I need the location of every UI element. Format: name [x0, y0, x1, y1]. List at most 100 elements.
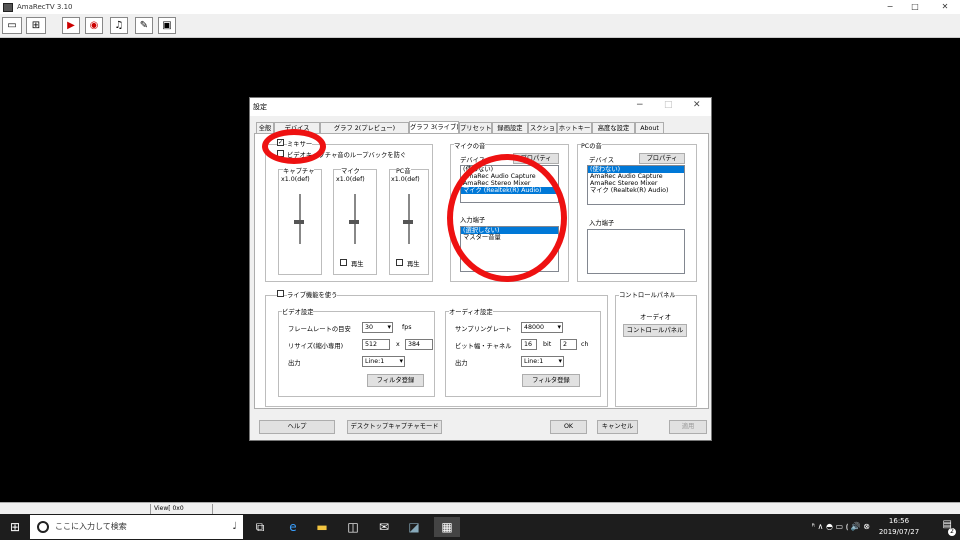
audio-settings-label: オーディオ設定 [449, 307, 493, 316]
pc-input-list[interactable] [587, 229, 685, 274]
maximize-button[interactable]: □ [900, 0, 930, 14]
pc-play-checkbox[interactable] [396, 259, 403, 266]
statusbar: View[ 0x0 0.00fps] [0, 502, 960, 522]
pc-label: PC音 [396, 166, 411, 175]
pc-device-list[interactable]: (使わない) AmaRec Audio Capture AmaRec Stere… [587, 165, 685, 205]
close-button[interactable]: ✕ [930, 0, 960, 14]
pc-device-item[interactable]: AmaRec Audio Capture [588, 173, 684, 180]
tab-recording[interactable]: 録画設定 [492, 122, 528, 133]
live-checkbox[interactable] [277, 290, 284, 297]
video-output-select[interactable]: Line:1 [362, 356, 405, 367]
tab-screenshot[interactable]: スクショ [528, 122, 557, 133]
play-icon[interactable]: ▶ [62, 17, 80, 34]
annotation-circle-mixer [262, 129, 326, 164]
control-panel-label: コントロールパネル [619, 290, 676, 299]
mail-icon[interactable]: ✉ [374, 517, 394, 537]
pc-device-item[interactable]: (使わない) [588, 166, 684, 173]
help-button[interactable]: ヘルプ [259, 420, 335, 434]
dialog-minimize-button[interactable]: − [636, 100, 644, 110]
explorer-icon[interactable]: ▬ [312, 517, 332, 537]
app-icon [3, 2, 13, 12]
music-icon[interactable]: ♫ [110, 17, 128, 34]
control-panel-audio-label: オーディオ [640, 314, 672, 321]
resize-height-input[interactable]: 384 [405, 339, 433, 350]
ok-button[interactable]: OK [550, 420, 587, 434]
mic-play-checkbox[interactable] [340, 259, 347, 266]
taskbar-search[interactable]: ここに入力して検索 ♩ [30, 515, 243, 539]
dialog-close-button[interactable]: ✕ [693, 100, 701, 110]
pc-property-button[interactable]: プロパティ [639, 153, 685, 164]
tab-graph2[interactable]: グラフ 2(プレビュー) [320, 122, 409, 133]
clock-time: 16:56 [888, 517, 910, 525]
settings-icon[interactable]: ▭ [2, 17, 22, 34]
mic-slider-thumb[interactable] [349, 220, 359, 224]
notification-badge: 2 [948, 528, 956, 536]
fps-unit: fps [402, 324, 412, 331]
pc-device-item[interactable]: AmaRec Stereo Mixer [588, 180, 684, 187]
video-filter-button[interactable]: フィルタ登録 [367, 374, 424, 387]
cancel-button[interactable]: キャンセル [597, 420, 638, 434]
camera-icon[interactable]: ◉ [85, 17, 103, 34]
taskbar: ⊞ ここに入力して検索 ♩ ⧉ e ▬ ◫ ✉ ◪ ▦ ᴿ ∧ ◓ ▭ ⦅ 🔊 … [0, 514, 960, 540]
bit-input[interactable]: 16 [521, 339, 537, 350]
tab-about[interactable]: About [635, 122, 664, 133]
dialog-title: 設定 [253, 103, 267, 111]
pc-slider-thumb[interactable] [403, 220, 413, 224]
audio-filter-button[interactable]: フィルタ登録 [522, 374, 580, 387]
audio-output-select[interactable]: Line:1 [521, 356, 564, 367]
tab-advanced[interactable]: 高度な設定 [592, 122, 635, 133]
mic-slider-track[interactable] [354, 194, 356, 244]
pc-device-item[interactable]: マイク (Realtek(R) Audio) [588, 187, 684, 194]
dialog-titlebar: 設定 − □ ✕ [250, 98, 711, 116]
live-label: ライブ機能を使う [287, 290, 338, 299]
dialog-maximize-button[interactable]: □ [664, 100, 673, 110]
store-icon[interactable]: ◫ [343, 517, 363, 537]
tab-strip: 全般 デバイス グラフ 2(プレビュー) グラフ 3(ライブ) プリセット 録画… [256, 121, 708, 134]
pc-device-label: デバイス [589, 157, 614, 164]
annotation-circle-mic [447, 154, 567, 282]
tab-general[interactable]: 全般 [256, 122, 274, 133]
video-settings-label: ビデオ設定 [282, 307, 314, 316]
framerate-label: フレームレートの目安 [288, 326, 351, 333]
amarectv-taskbar-icon[interactable]: ▦ [434, 517, 460, 537]
speaker-icon[interactable]: ▣ [158, 17, 176, 34]
task-view-icon[interactable]: ⧉ [250, 517, 270, 537]
capture-slider-thumb[interactable] [294, 220, 304, 224]
audio-output-label: 出力 [455, 360, 468, 367]
mic-label: マイク [341, 166, 360, 175]
cortana-icon [37, 521, 49, 533]
microphone-icon[interactable]: ♩ [232, 515, 237, 539]
samplerate-select[interactable]: 48000 [521, 322, 563, 333]
samplerate-label: サンプリングレート [455, 326, 512, 333]
pc-input-label: 入力端子 [589, 220, 615, 227]
tray-icons[interactable]: ᴿ ∧ ◓ ▭ ⦅ 🔊 ⊗ [812, 522, 870, 532]
control-panel-button[interactable]: コントロールパネル [623, 324, 687, 337]
desktop-capture-button[interactable]: デスクトップキャプチャモード [347, 420, 442, 434]
view-status: View[ 0x0 0.00fps] [150, 504, 213, 522]
video-output-label: 出力 [288, 360, 301, 367]
edge-icon[interactable]: e [283, 517, 303, 537]
mic-sound-label: マイクの音 [454, 141, 486, 150]
search-placeholder: ここに入力して検索 [55, 522, 127, 531]
tab-hotkey[interactable]: ホットキー [557, 122, 592, 133]
windows-start-icon[interactable]: ⊞ [5, 517, 25, 537]
resize-x-separator: x [396, 341, 400, 348]
app-icon-taskbar[interactable]: ◪ [404, 517, 424, 537]
bitch-label: ビット幅・チャネル [455, 343, 512, 350]
tab-preset[interactable]: プリセット [459, 122, 492, 133]
resize-label: リサイズ(縮小専用) [288, 343, 344, 350]
pc-sound-label: PCの音 [581, 141, 602, 150]
clock-date: 2019/07/27 [878, 528, 920, 536]
pc-slider-track[interactable] [408, 194, 410, 244]
mic-play-label: 再生 [351, 261, 364, 268]
apply-button[interactable]: 適用 [669, 420, 707, 434]
graph-icon[interactable]: ⊞ [26, 17, 46, 34]
ch-input[interactable]: 2 [560, 339, 577, 350]
framerate-select[interactable]: 30 [362, 322, 393, 333]
bit-unit: bit [543, 341, 552, 348]
resize-width-input[interactable]: 512 [362, 339, 390, 350]
toolbar: ▭ ⊞ ▶ ◉ ♫ ✎ ▣ [0, 14, 960, 38]
edit-icon[interactable]: ✎ [135, 17, 153, 34]
capture-value: x1.0(def) [281, 176, 310, 183]
capture-slider-track[interactable] [299, 194, 301, 244]
